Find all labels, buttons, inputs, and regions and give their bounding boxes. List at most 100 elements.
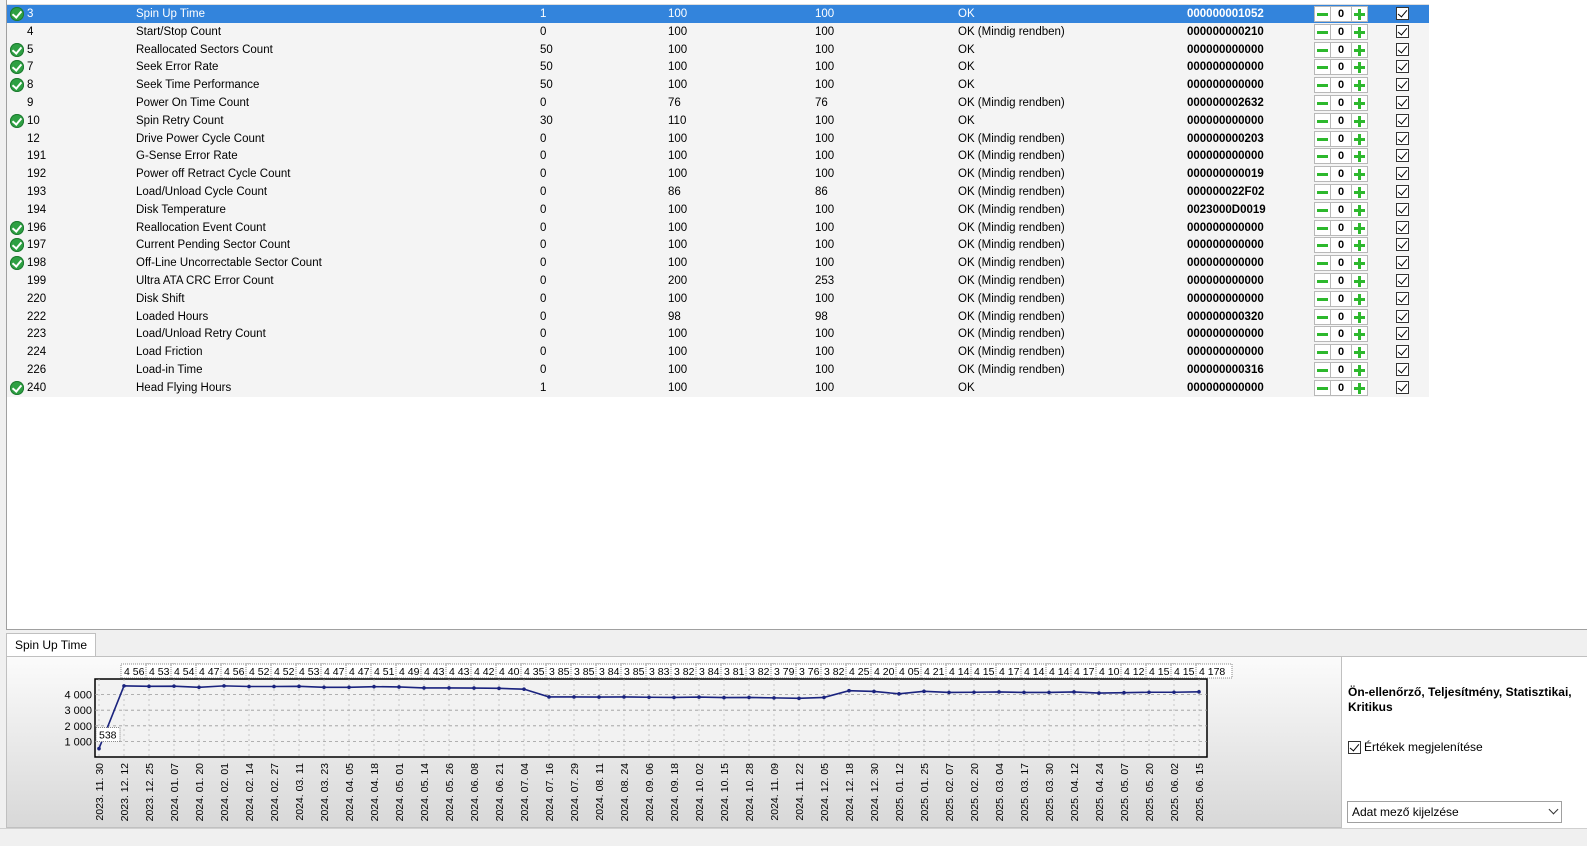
row-checkbox[interactable] [1396,113,1409,127]
table-row[interactable]: 9 Power On Time Count 0 76 76 OK (Mindig rend… [7,94,1429,112]
table-row[interactable]: 194 Disk Temperature 0 100 100 OK (Mindig ren… [7,200,1429,219]
show-values-label[interactable]: Értékek megjelenítése [1364,740,1483,754]
minus-icon[interactable] [1314,255,1331,272]
minus-icon[interactable] [1314,237,1331,254]
table-row[interactable]: 7 Seek Error Rate 50 100 100 OK 000000000000 0 [7,58,1429,77]
smart-attributes-table[interactable]: 3 Spin Up Time 1 100 100 OK 000000001052 0 4 Star… [6,0,1587,630]
offset-value[interactable]: 0 [1331,148,1351,165]
minus-icon[interactable] [1314,184,1331,200]
table-row[interactable]: 3 Spin Up Time 1 100 100 OK 000000001052 0 [7,5,1429,23]
row-checkbox[interactable] [1396,7,1409,20]
row-checkbox[interactable] [1396,24,1409,38]
minus-icon[interactable] [1314,130,1331,147]
minus-icon[interactable] [1314,59,1331,76]
table-row[interactable]: 224 Load Friction 0 100 100 OK (Mindig rendbe… [7,343,1429,362]
plus-icon[interactable] [1351,184,1368,200]
minus-icon[interactable] [1314,379,1331,396]
plus-icon[interactable] [1351,290,1368,307]
offset-stepper[interactable]: 0 [1314,95,1368,111]
plus-icon[interactable] [1351,362,1368,378]
offset-stepper[interactable]: 0 [1314,344,1368,361]
plus-icon[interactable] [1351,77,1368,94]
offset-value[interactable]: 0 [1331,255,1351,272]
tab-spin-up-time[interactable]: Spin Up Time [6,633,97,657]
minus-icon[interactable] [1314,362,1331,378]
offset-stepper[interactable]: 0 [1314,41,1368,58]
table-row[interactable]: 8 Seek Time Performance 50 100 100 OK 00000000… [7,76,1429,95]
offset-value[interactable]: 0 [1331,219,1351,236]
offset-value[interactable]: 0 [1331,112,1351,129]
row-checkbox[interactable] [1396,78,1409,92]
row-checkbox[interactable] [1396,291,1409,305]
row-checkbox[interactable] [1396,149,1409,163]
offset-value[interactable]: 0 [1331,379,1351,396]
offset-value[interactable]: 0 [1331,201,1351,218]
offset-stepper[interactable]: 0 [1314,112,1368,129]
minus-icon[interactable] [1314,95,1331,111]
plus-icon[interactable] [1351,148,1368,165]
offset-value[interactable]: 0 [1331,362,1351,378]
row-checkbox[interactable] [1396,60,1409,74]
table-row[interactable]: 240 Head Flying Hours 1 100 100 OK 00000000000… [7,378,1429,397]
offset-stepper[interactable]: 0 [1314,184,1368,200]
table-row[interactable]: 196 Reallocation Event Count 0 100 100 OK (Mi… [7,218,1429,237]
offset-value[interactable]: 0 [1331,77,1351,94]
offset-value[interactable]: 0 [1331,130,1351,147]
table-row[interactable]: 223 Load/Unload Retry Count 0 100 100 OK (Min… [7,325,1429,344]
row-checkbox[interactable] [1396,185,1409,198]
row-checkbox[interactable] [1396,256,1409,270]
plus-icon[interactable] [1351,379,1368,396]
minus-icon[interactable] [1314,41,1331,58]
minus-icon[interactable] [1314,77,1331,94]
table-row[interactable]: 192 Power off Retract Cycle Count 0 100 100 O… [7,165,1429,184]
offset-stepper[interactable]: 0 [1314,148,1368,165]
offset-stepper[interactable]: 0 [1314,326,1368,343]
plus-icon[interactable] [1351,237,1368,254]
table-row[interactable]: 220 Disk Shift 0 100 100 OK (Mindig rendben) 0… [7,289,1429,308]
offset-value[interactable]: 0 [1331,41,1351,58]
row-checkbox[interactable] [1396,167,1409,181]
plus-icon[interactable] [1351,130,1368,147]
plus-icon[interactable] [1351,201,1368,218]
plus-icon[interactable] [1351,273,1368,289]
row-checkbox[interactable] [1396,309,1409,323]
row-checkbox[interactable] [1396,42,1409,56]
plus-icon[interactable] [1351,308,1368,325]
row-checkbox[interactable] [1396,327,1409,341]
offset-value[interactable]: 0 [1331,6,1351,22]
row-checkbox[interactable] [1396,274,1409,287]
offset-value[interactable]: 0 [1331,59,1351,76]
minus-icon[interactable] [1314,326,1331,343]
minus-icon[interactable] [1314,201,1331,218]
plus-icon[interactable] [1351,23,1368,40]
minus-icon[interactable] [1314,23,1331,40]
offset-value[interactable]: 0 [1331,290,1351,307]
offset-stepper[interactable]: 0 [1314,23,1368,40]
minus-icon[interactable] [1314,344,1331,361]
minus-icon[interactable] [1314,273,1331,289]
plus-icon[interactable] [1351,6,1368,22]
offset-stepper[interactable]: 0 [1314,237,1368,254]
offset-value[interactable]: 0 [1331,326,1351,343]
minus-icon[interactable] [1314,166,1331,183]
offset-stepper[interactable]: 0 [1314,308,1368,325]
table-row[interactable]: 222 Loaded Hours 0 98 98 OK (Mindig rendben) 0… [7,307,1429,326]
offset-stepper[interactable]: 0 [1314,166,1368,183]
plus-icon[interactable] [1351,344,1368,361]
offset-stepper[interactable]: 0 [1314,130,1368,147]
row-checkbox[interactable] [1396,345,1409,359]
table-row[interactable]: 12 Drive Power Cycle Count 0 100 100 OK (Mind… [7,129,1429,148]
offset-stepper[interactable]: 0 [1314,290,1368,307]
show-values-checkbox[interactable] [1348,741,1361,754]
offset-value[interactable]: 0 [1331,308,1351,325]
offset-stepper[interactable]: 0 [1314,59,1368,76]
plus-icon[interactable] [1351,95,1368,111]
offset-value[interactable]: 0 [1331,166,1351,183]
offset-stepper[interactable]: 0 [1314,77,1368,94]
table-row[interactable]: 10 Spin Retry Count 30 110 100 OK 000000000000… [7,111,1429,130]
offset-stepper[interactable]: 0 [1314,219,1368,236]
offset-stepper[interactable]: 0 [1314,255,1368,272]
table-row[interactable]: 5 Reallocated Sectors Count 50 100 100 OK 0000… [7,40,1429,59]
offset-value[interactable]: 0 [1331,23,1351,40]
plus-icon[interactable] [1351,112,1368,129]
